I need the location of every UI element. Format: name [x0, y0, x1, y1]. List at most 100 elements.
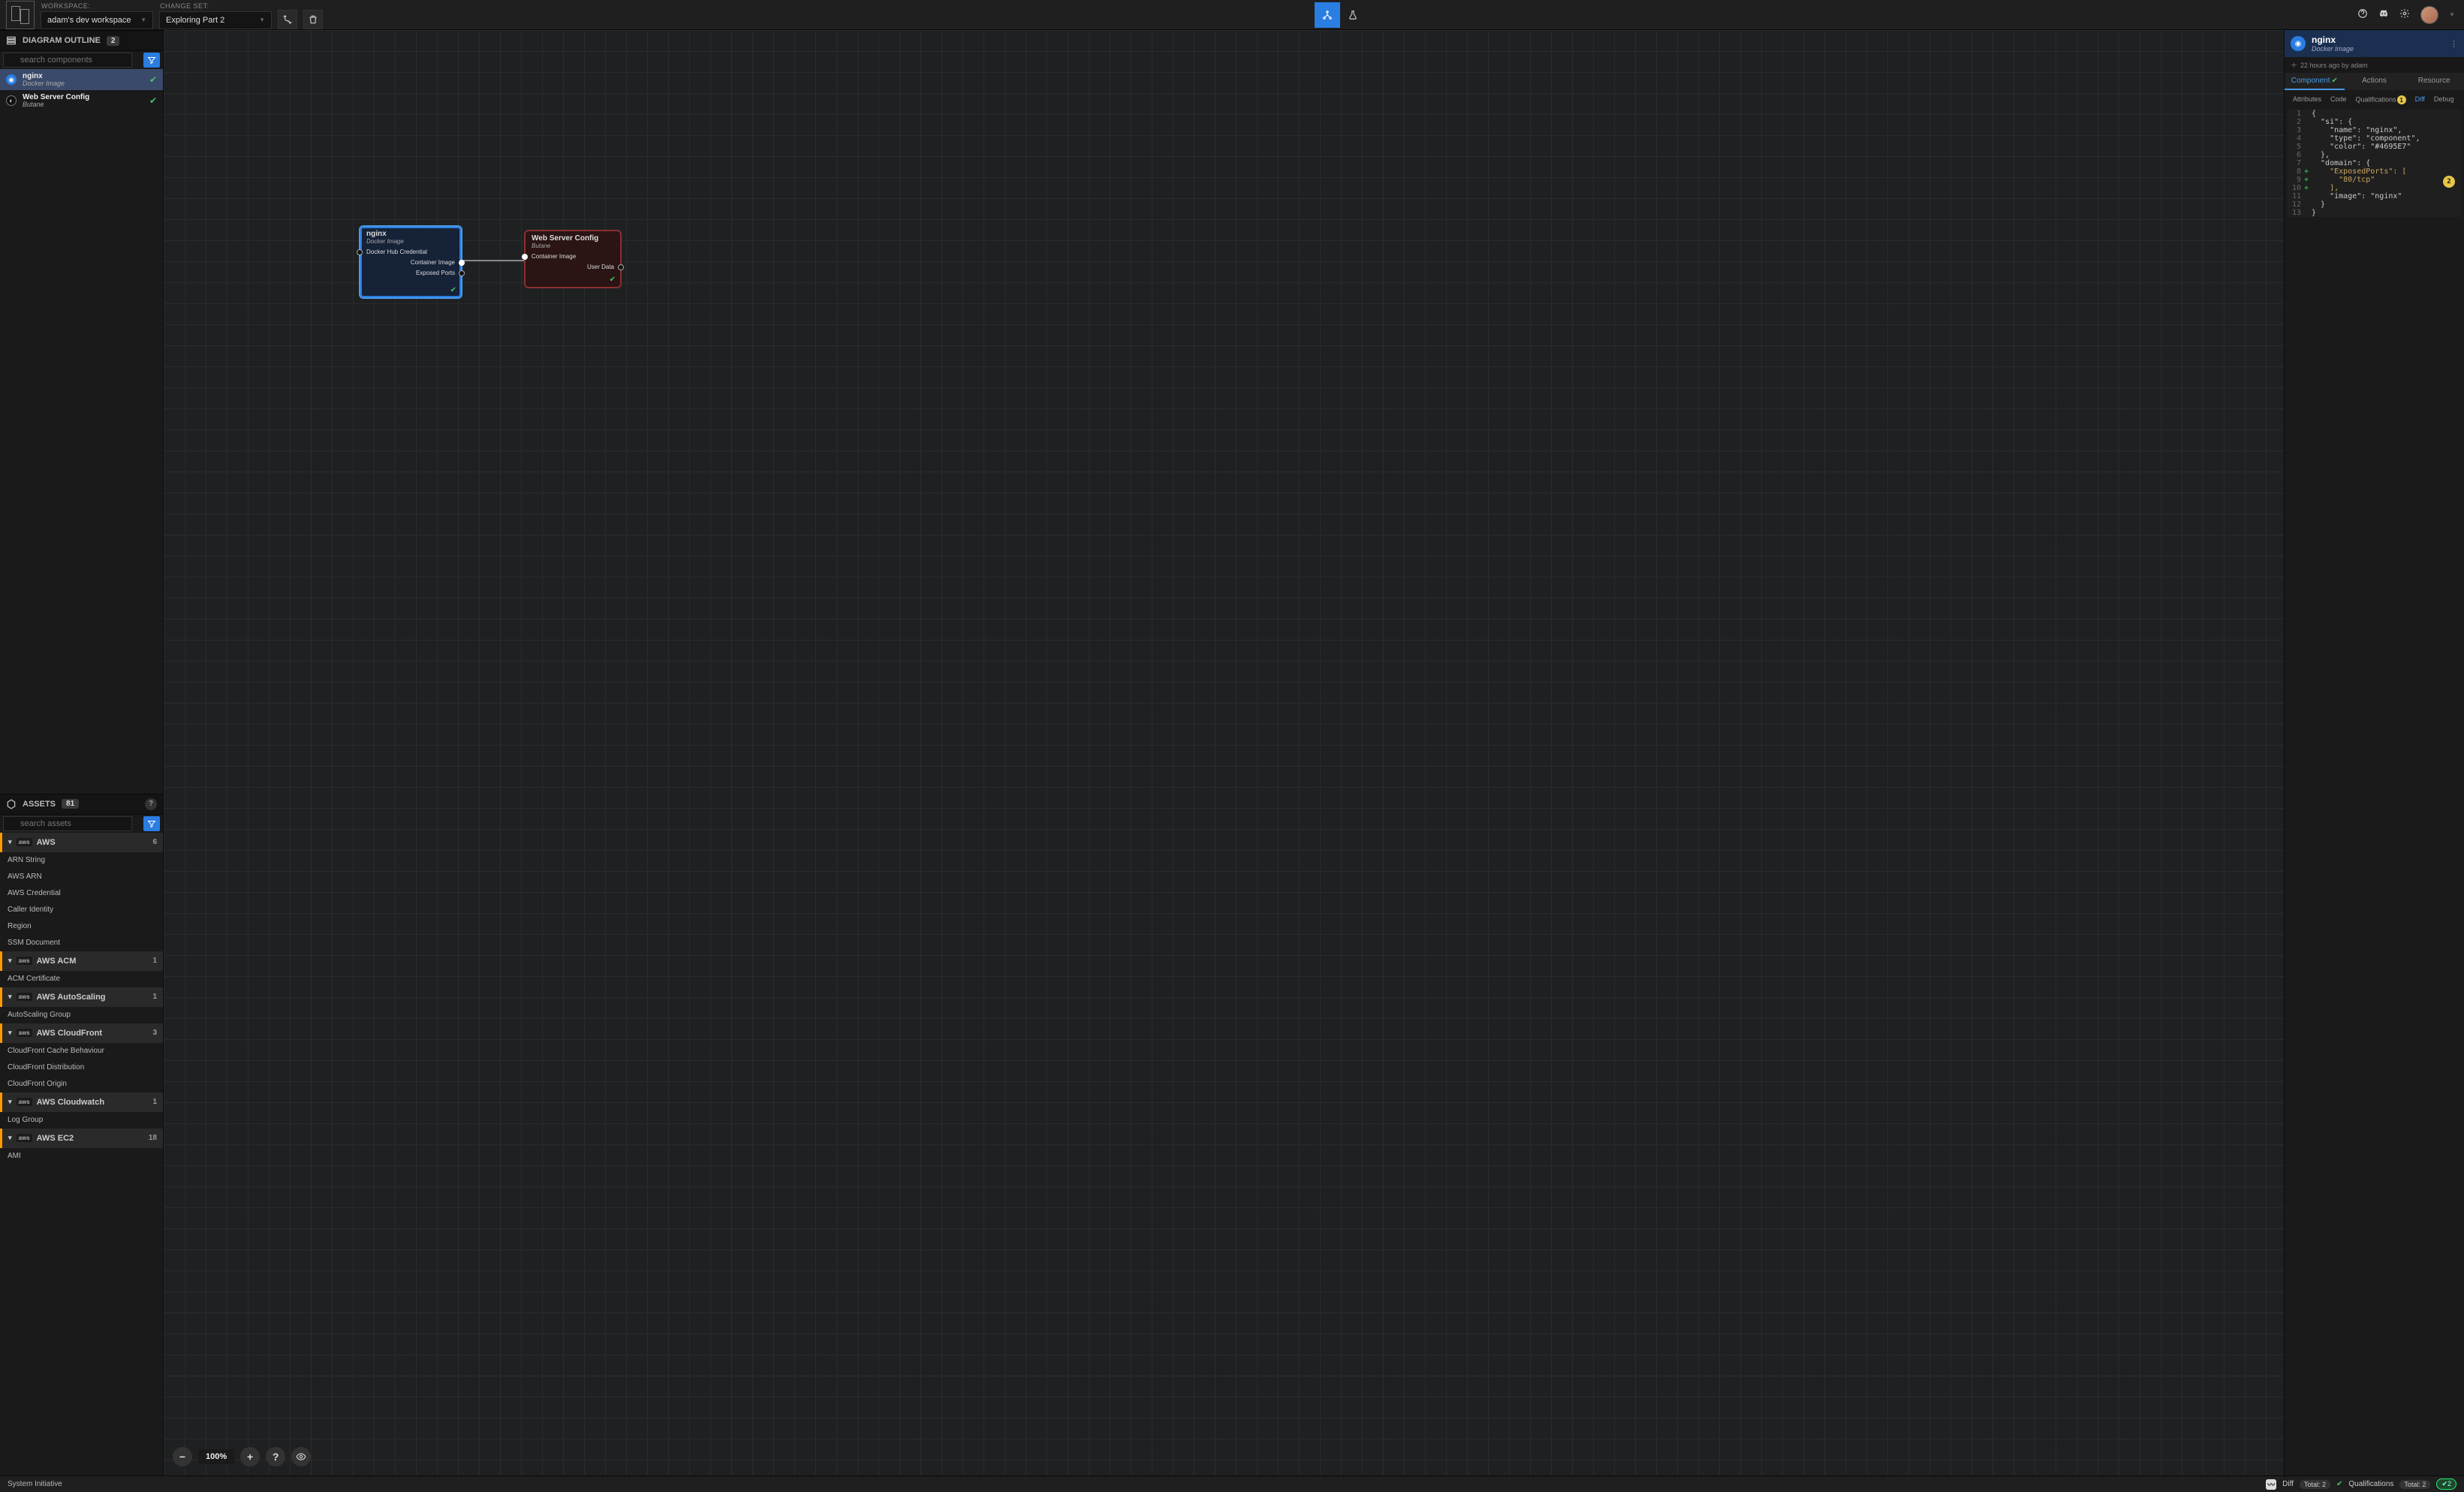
tab-resource[interactable]: Resource — [2404, 73, 2464, 90]
footer-qual-label[interactable]: Qualifications — [2348, 1480, 2393, 1488]
footer-qual-ok: ✔2 — [2436, 1478, 2456, 1490]
eye-icon — [296, 1451, 306, 1462]
outline-item-sub: Docker Image — [23, 80, 65, 88]
assets-filter-button[interactable] — [143, 816, 160, 831]
hierarchy-icon — [1322, 10, 1333, 20]
code-line: 7 "domain": { — [2288, 159, 2461, 167]
check-icon: ✔ — [610, 276, 616, 284]
asset-category[interactable]: ▾awsAWS CloudFront3 — [0, 1023, 163, 1043]
asset-item[interactable]: CloudFront Distribution — [0, 1059, 163, 1076]
asset-item[interactable]: AMI — [0, 1148, 163, 1165]
socket-container-image[interactable]: Container Image — [360, 257, 461, 267]
user-avatar[interactable] — [2420, 6, 2438, 24]
code-line: 1{ — [2288, 110, 2461, 118]
code-line: 5 "color": "#4695E7" — [2288, 143, 2461, 151]
detail-header: ◉ nginx Docker Image ⋮ — [2285, 30, 2464, 57]
asset-item[interactable]: CloudFront Cache Behaviour — [0, 1043, 163, 1059]
asset-item[interactable]: AutoScaling Group — [0, 1007, 163, 1023]
detail-menu-button[interactable]: ⋮ — [2450, 39, 2458, 49]
diff-code-block[interactable]: 2 1{2 "si": {3 "name": "nginx",4 "type":… — [2288, 110, 2461, 217]
flask-icon — [1348, 10, 1358, 20]
check-icon: ✔ — [2331, 77, 2337, 85]
changeset-value: Exploring Part 2 — [166, 16, 224, 25]
socket-user-data[interactable]: User Data — [526, 261, 620, 272]
zoom-fit-button[interactable] — [291, 1447, 311, 1466]
detail-title: nginx — [2312, 35, 2354, 45]
lab-mode-button[interactable] — [1340, 2, 1366, 28]
zoom-in-button[interactable]: + — [240, 1447, 260, 1466]
asset-item[interactable]: Caller Identity — [0, 902, 163, 918]
socket-docker-credential[interactable]: Docker Hub Credential — [360, 246, 461, 257]
discord-button[interactable] — [2378, 8, 2389, 21]
asset-item[interactable]: SSM Document — [0, 935, 163, 951]
detail-subtitle: Docker Image — [2312, 45, 2354, 53]
tab-component[interactable]: Component✔ — [2285, 73, 2345, 90]
tab-debug[interactable]: Debug — [2430, 93, 2458, 107]
detail-panel: ◉ nginx Docker Image ⋮ 22 hours ago by a… — [2284, 30, 2464, 1475]
zoom-help-button[interactable]: ? — [266, 1447, 285, 1466]
asset-category[interactable]: ▾awsAWS ACM1 — [0, 951, 163, 971]
outline-item-nginx[interactable]: ◉ nginx Docker Image ✔ — [0, 69, 163, 90]
diff-icon: 〰 — [2266, 1479, 2276, 1490]
model-mode-button[interactable] — [1315, 2, 1340, 28]
asset-item[interactable]: AWS ARN — [0, 869, 163, 885]
detail-primary-tabs: Component✔ Actions Resource — [2285, 73, 2464, 90]
asset-category[interactable]: ▾awsAWS AutoScaling1 — [0, 987, 163, 1007]
canvas[interactable]: nginx Docker Image Docker Hub Credential… — [164, 30, 2284, 1475]
assets-help-button[interactable]: ? — [145, 798, 157, 810]
zoom-out-button[interactable]: − — [173, 1447, 192, 1466]
outline-icon — [6, 35, 17, 46]
merge-button[interactable] — [278, 10, 297, 29]
assets-list[interactable]: ▾awsAWS6ARN StringAWS ARNAWS CredentialC… — [0, 833, 163, 1476]
settings-button[interactable] — [2399, 8, 2410, 21]
node-subtitle: Docker Image — [366, 238, 455, 245]
node-title: nginx — [366, 230, 455, 238]
outline-item-sub: Butane — [23, 101, 89, 109]
tab-code[interactable]: Code — [2327, 93, 2351, 107]
socket-container-image-in[interactable]: Container Image — [526, 251, 620, 261]
socket-exposed-ports[interactable]: Exposed Ports — [360, 267, 461, 278]
asset-item[interactable]: Log Group — [0, 1112, 163, 1129]
tab-diff[interactable]: Diff — [2411, 93, 2429, 107]
assets-header: ASSETS 81 ? — [0, 794, 163, 815]
tab-qualifications[interactable]: Qualifications1 — [2352, 93, 2410, 107]
outline-count: 2 — [107, 36, 120, 46]
asset-item[interactable]: CloudFront Origin — [0, 1076, 163, 1093]
delete-changeset-button[interactable] — [303, 10, 323, 29]
butane-icon: ◐ — [6, 95, 17, 106]
tab-actions[interactable]: Actions — [2345, 73, 2405, 90]
asset-item[interactable]: ARN String — [0, 852, 163, 869]
workspace-label: WORKSPACE: — [41, 2, 90, 10]
asset-item[interactable]: ACM Certificate — [0, 971, 163, 987]
filter-icon — [147, 56, 156, 65]
node-webserver[interactable]: Web Server Config Butane Container Image… — [524, 230, 622, 288]
workspace-dropdown[interactable]: WORKSPACE: adam's dev workspace ▼ — [41, 11, 153, 29]
asset-category[interactable]: ▾awsAWS Cloudwatch1 — [0, 1093, 163, 1112]
help-button[interactable] — [2357, 8, 2368, 21]
code-line: 6 }, — [2288, 151, 2461, 159]
footer-diff-label[interactable]: Diff — [2282, 1480, 2294, 1488]
zoom-value: 100% — [198, 1449, 234, 1464]
asset-category[interactable]: ▾awsAWS EC218 — [0, 1129, 163, 1148]
asset-category[interactable]: ▾awsAWS6 — [0, 833, 163, 852]
outline-search-input[interactable] — [3, 53, 132, 68]
asset-item[interactable]: AWS Credential — [0, 885, 163, 902]
outline-list: ◉ nginx Docker Image ✔ ◐ Web Server Conf… — [0, 69, 163, 111]
changeset-dropdown[interactable]: CHANGE SET: Exploring Part 2 ▼ — [159, 11, 272, 29]
docker-icon: ◉ — [2291, 36, 2306, 51]
code-line: 12 } — [2288, 200, 2461, 209]
outline-item-webserver[interactable]: ◐ Web Server Config Butane ✔ — [0, 90, 163, 111]
code-line: 4 "type": "component", — [2288, 134, 2461, 143]
assets-search-input[interactable] — [3, 816, 132, 831]
node-nginx[interactable]: nginx Docker Image Docker Hub Credential… — [359, 225, 462, 299]
zoom-controls: − 100% + ? — [173, 1447, 311, 1466]
edge-nginx-to-butane[interactable] — [462, 260, 524, 261]
code-line: 13} — [2288, 209, 2461, 217]
mode-switch — [1315, 2, 1366, 28]
app-logo[interactable] — [6, 1, 35, 29]
outline-filter-button[interactable] — [143, 53, 160, 68]
asset-item[interactable]: Region — [0, 918, 163, 935]
code-line: 11 "image": "nginx" — [2288, 192, 2461, 200]
tab-attributes[interactable]: Attributes — [2289, 93, 2325, 107]
chevron-down-icon[interactable]: ▼ — [2449, 11, 2455, 18]
